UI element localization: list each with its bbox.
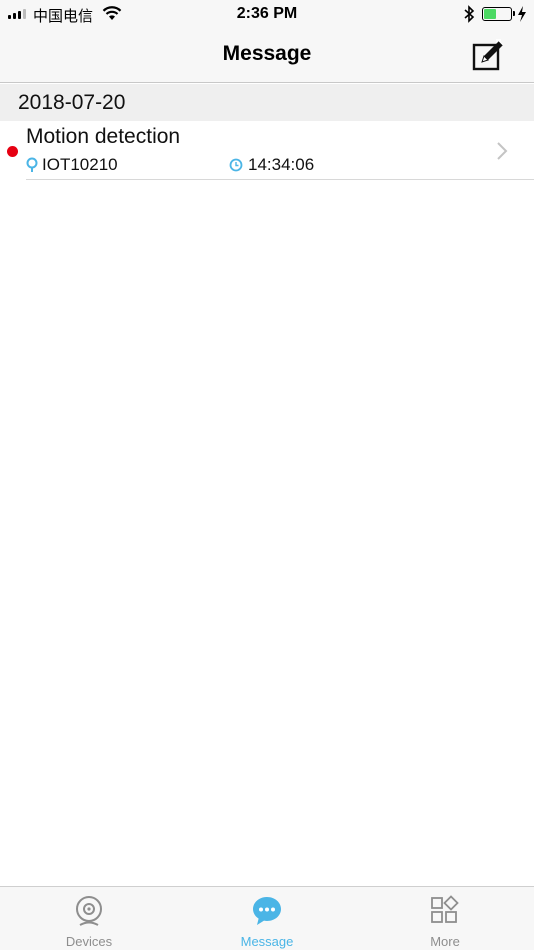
section-date: 2018-07-20: [18, 91, 126, 114]
tab-more[interactable]: More: [356, 887, 534, 950]
location-pin-icon: [26, 157, 38, 172]
nav-bar: Message: [0, 28, 534, 83]
chevron-right-icon: [497, 142, 508, 160]
grid-icon: [431, 895, 459, 923]
battery-fill: [484, 9, 496, 19]
compose-icon[interactable]: [470, 37, 506, 73]
charging-bolt-icon: [518, 6, 526, 22]
battery-icon: [482, 7, 515, 21]
section-header-date: 2018-07-20: [0, 84, 534, 121]
clock-icon: [229, 158, 243, 172]
tab-devices-label: Devices: [65, 934, 113, 949]
tab-message-label: Message: [240, 934, 294, 949]
row-divider: [26, 179, 534, 180]
status-time: 2:36 PM: [236, 5, 298, 22]
tab-more-label: More: [430, 934, 460, 949]
unread-dot-icon: [7, 146, 18, 157]
tab-message[interactable]: Message: [178, 887, 356, 950]
tab-devices[interactable]: Devices: [0, 887, 178, 950]
chat-bubble-icon: [253, 897, 281, 925]
camera-icon: [76, 896, 102, 926]
message-title: Motion detection: [26, 125, 181, 148]
message-device: IOT10210: [42, 155, 118, 174]
tab-bar: Devices Message More: [0, 886, 534, 950]
message-row[interactable]: Motion detection IOT10210 14:34:06: [0, 121, 534, 180]
status-bar: 中国电信 2:36 PM: [0, 0, 534, 28]
message-time: 14:34:06: [248, 155, 315, 174]
page-title: Message: [222, 42, 312, 65]
bluetooth-icon: [464, 5, 475, 23]
